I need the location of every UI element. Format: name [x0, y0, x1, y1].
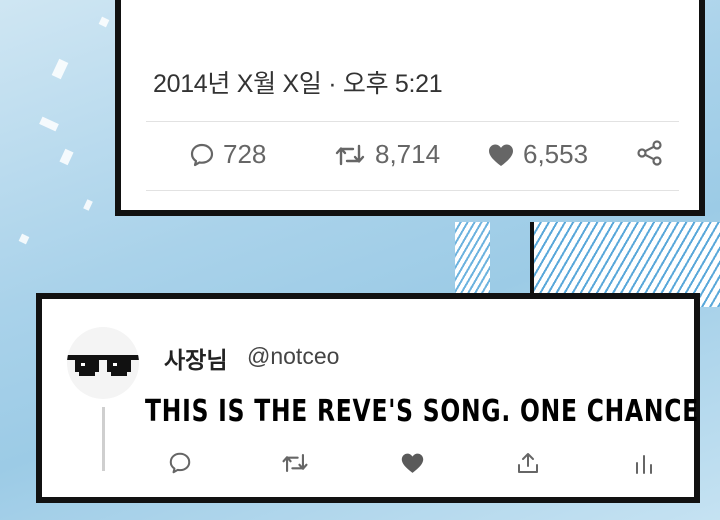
like-count: 6,553 [523, 139, 589, 169]
like-icon [401, 453, 424, 473]
retweet-count: 8,714 [375, 139, 441, 169]
tweet-detail-panel: 2014년 X월 X일 · 오후 5:21 728 8,714 6,553 [115, 0, 705, 216]
reply-stat[interactable]: 728 [189, 139, 266, 170]
tweet-timestamp: 2014년 X월 X일 · 오후 5:21 [153, 70, 443, 98]
retweet-icon [282, 453, 308, 472]
sparkle-decoration [18, 233, 30, 245]
reply-button[interactable] [168, 451, 192, 480]
decorative-hatch-left [455, 222, 490, 297]
sparkle-decoration [59, 148, 74, 166]
retweet-button[interactable] [280, 451, 310, 480]
like-stat[interactable]: 6,553 [487, 139, 588, 170]
retweet-icon [333, 142, 367, 168]
display-name[interactable]: 사장님 [164, 341, 227, 375]
reply-count: 728 [223, 139, 267, 169]
retweet-stat[interactable]: 8,714 [333, 139, 440, 170]
reply-tweet-panel: 사장님 @notceo THIS IS THE REVE'S SONG. ONE… [36, 293, 700, 503]
share-button[interactable] [636, 139, 664, 167]
sparkle-decoration [83, 199, 93, 211]
thread-line [102, 407, 105, 471]
analytics-button[interactable] [634, 451, 654, 480]
divider [146, 190, 679, 191]
divider [146, 121, 679, 122]
like-button[interactable] [400, 451, 425, 480]
share-button[interactable] [516, 451, 540, 480]
share-icon [518, 453, 538, 473]
sparkle-decoration [98, 16, 110, 28]
share-icon [636, 139, 664, 167]
pixel-sunglasses-icon [67, 355, 139, 376]
reply-text: THIS IS THE REVE'S SONG. ONE CHANCE [145, 394, 699, 429]
sparkle-decoration [39, 116, 59, 132]
analytics-icon [636, 455, 652, 474]
user-handle[interactable]: @notceo [247, 343, 339, 370]
reply-icon [189, 142, 215, 168]
reply-icon [169, 452, 191, 474]
sparkle-decoration [51, 58, 69, 80]
like-icon [487, 142, 515, 168]
avatar[interactable] [67, 327, 139, 399]
